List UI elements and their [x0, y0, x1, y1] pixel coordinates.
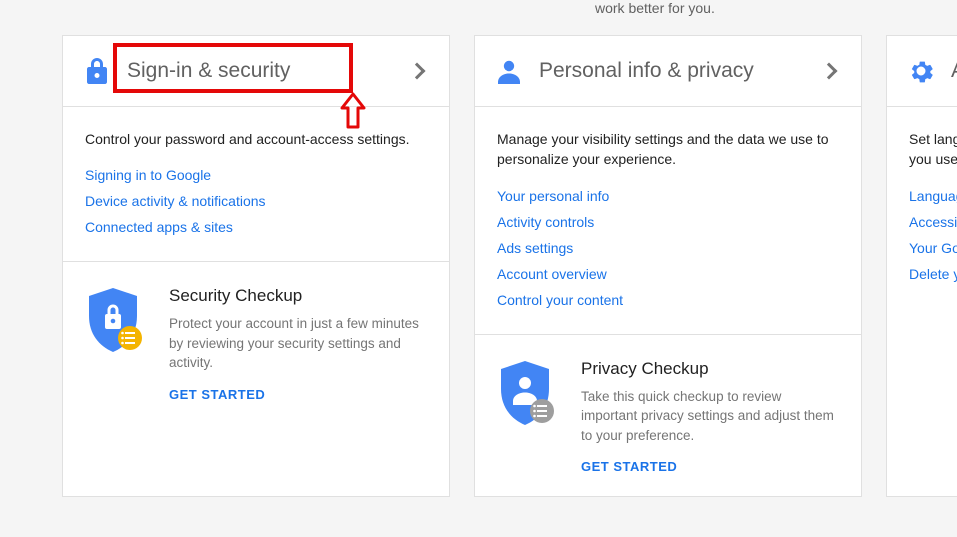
checkup-title: Security Checkup: [169, 286, 427, 306]
chevron-right-icon: [821, 63, 838, 80]
link-control-your-content[interactable]: Control your content: [497, 292, 839, 308]
get-started-button[interactable]: GET STARTED: [581, 459, 839, 474]
card-title: Sign-in & security: [127, 59, 395, 83]
shield-lock-icon: [85, 286, 147, 402]
link-ads-settings[interactable]: Ads settings: [497, 240, 839, 256]
card-title: Account preferences: [951, 59, 957, 83]
card-header-personal-info[interactable]: Personal info & privacy: [475, 36, 861, 107]
checkup-title: Privacy Checkup: [581, 359, 839, 379]
card-title: Personal info & privacy: [539, 59, 807, 83]
card-account-preferences: Account preferences Set language, access…: [886, 35, 957, 497]
person-icon: [495, 58, 523, 84]
security-checkup-section: Security Checkup Protect your account in…: [63, 261, 449, 424]
gear-icon: [907, 58, 935, 84]
shield-person-icon: [497, 359, 559, 475]
privacy-checkup-section: Privacy Checkup Take this quick checkup …: [475, 334, 861, 497]
link-language[interactable]: Language & Input Tools: [909, 188, 957, 204]
link-device-activity[interactable]: Device activity & notifications: [85, 193, 427, 209]
lock-icon: [83, 58, 111, 84]
checkup-desc: Protect your account in just a few minut…: [169, 314, 427, 373]
card-personal-info-privacy: Personal info & privacy Manage your visi…: [474, 35, 862, 497]
link-accessibility[interactable]: Accessibility: [909, 214, 957, 230]
link-activity-controls[interactable]: Activity controls: [497, 214, 839, 230]
page-tagline: work better for you.: [595, 0, 715, 16]
card-header-account-preferences[interactable]: Account preferences: [887, 36, 957, 107]
link-connected-apps[interactable]: Connected apps & sites: [85, 219, 427, 235]
chevron-right-icon: [409, 63, 426, 80]
card-header-signin-security[interactable]: Sign-in & security: [63, 36, 449, 107]
link-signing-in-to-google[interactable]: Signing in to Google: [85, 167, 427, 183]
card-desc: Control your password and account-access…: [85, 129, 427, 149]
link-delete-account[interactable]: Delete your account or services: [909, 266, 957, 282]
card-desc: Set language, accessibility, and other s…: [909, 129, 957, 170]
card-desc: Manage your visibility settings and the …: [497, 129, 839, 170]
link-your-personal-info[interactable]: Your personal info: [497, 188, 839, 204]
link-account-overview[interactable]: Account overview: [497, 266, 839, 282]
link-your-google-storage[interactable]: Your Google Drive storage: [909, 240, 957, 256]
card-signin-security: Sign-in & security Control your password…: [62, 35, 450, 497]
get-started-button[interactable]: GET STARTED: [169, 387, 427, 402]
checkup-desc: Take this quick checkup to review import…: [581, 387, 839, 446]
